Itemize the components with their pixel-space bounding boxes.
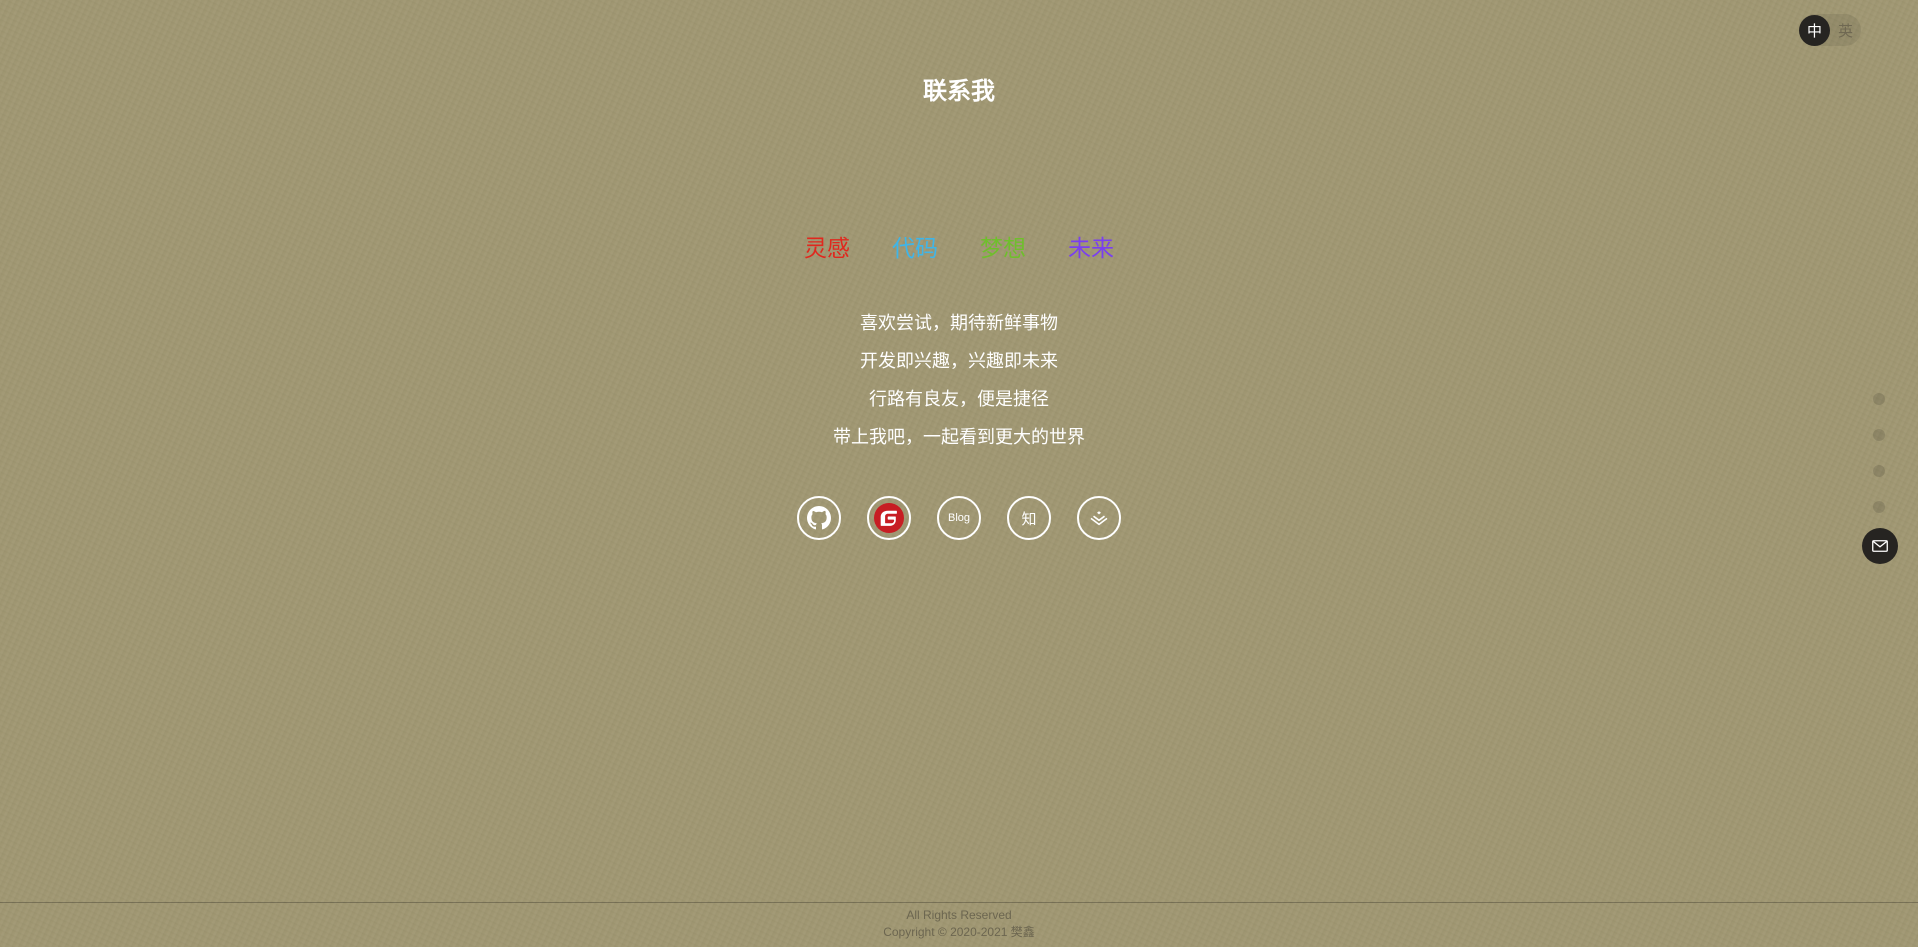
section-nav-dot[interactable]	[1873, 393, 1885, 405]
juejin-link[interactable]	[1077, 496, 1121, 540]
keyword-inspiration: 灵感	[804, 236, 850, 262]
juejin-icon	[1090, 511, 1108, 526]
intro-line: 喜欢尝试，期待新鲜事物	[860, 313, 1058, 334]
page-title: 联系我	[923, 77, 995, 105]
keyword-code: 代码	[892, 236, 938, 262]
social-links: Blog 知	[0, 496, 1918, 540]
language-toggle[interactable]: 中 英	[1799, 14, 1861, 46]
intro-lines: 喜欢尝试，期待新鲜事物 开发即兴趣，兴趣即未来 行路有良友，便是捷径 带上我吧，…	[0, 305, 1918, 457]
keywords-row: 灵感 代码 梦想 未来	[0, 232, 1918, 266]
section-nav	[1873, 393, 1887, 537]
footer-rights: All Rights Reserved	[906, 908, 1012, 922]
zhihu-link[interactable]: 知	[1007, 496, 1051, 540]
keyword-future: 未来	[1068, 236, 1114, 262]
keyword-dream: 梦想	[980, 236, 1026, 262]
footer-copyright: Copyright © 2020-2021 樊鑫	[883, 925, 1035, 939]
intro-line: 行路有良友，便是捷径	[869, 389, 1049, 410]
section-nav-dot[interactable]	[1873, 465, 1885, 477]
section-nav-dot[interactable]	[1873, 501, 1885, 513]
github-icon	[807, 506, 831, 530]
blog-link[interactable]: Blog	[937, 496, 981, 540]
intro-line: 开发即兴趣，兴趣即未来	[860, 351, 1058, 372]
footer: All Rights Reserved Copyright © 2020-202…	[0, 902, 1918, 941]
lang-option-en[interactable]: 英	[1830, 15, 1861, 46]
github-link[interactable]	[797, 496, 841, 540]
section-nav-dot[interactable]	[1873, 429, 1885, 441]
gitee-icon	[874, 503, 904, 533]
intro-line: 带上我吧，一起看到更大的世界	[833, 427, 1085, 448]
zhihu-icon: 知	[1021, 509, 1037, 528]
gitee-link[interactable]	[867, 496, 911, 540]
lang-option-zh[interactable]: 中	[1799, 14, 1830, 46]
mail-button[interactable]	[1862, 528, 1898, 564]
mail-icon	[1872, 540, 1888, 552]
blog-icon: Blog	[947, 512, 971, 524]
